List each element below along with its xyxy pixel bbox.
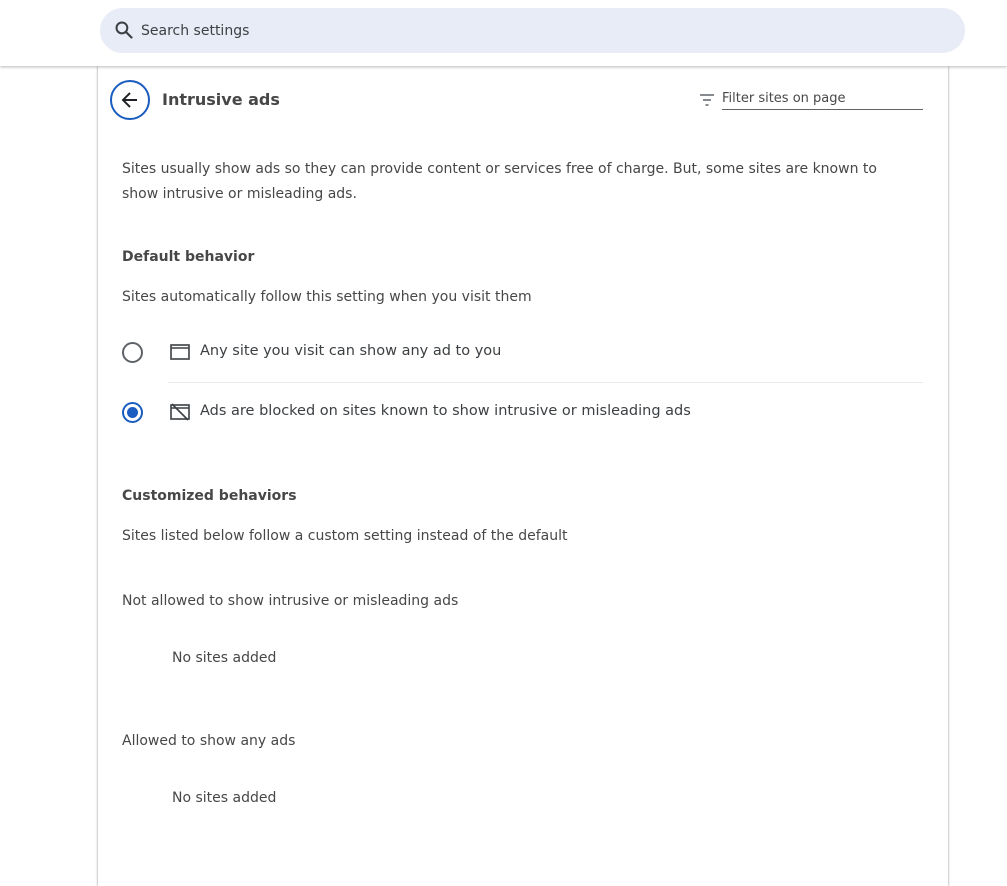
default-behavior-heading: Default behavior — [122, 249, 255, 265]
settings-card: Intrusive ads Sites usually show ads so … — [98, 66, 948, 886]
page-title: Intrusive ads — [162, 90, 280, 109]
option-block-intrusive-ads-label: Ads are blocked on sites known to show i… — [200, 403, 691, 419]
filter-sites[interactable] — [699, 88, 923, 112]
filter-icon — [700, 94, 714, 106]
back-button[interactable] — [110, 80, 150, 120]
not-allowed-list-label: Not allowed to show intrusive or mislead… — [122, 593, 459, 609]
customized-behaviors-subtitle: Sites listed below follow a custom setti… — [122, 528, 568, 544]
not-allowed-empty-message: No sites added — [172, 650, 277, 666]
default-behavior-subtitle: Sites automatically follow this setting … — [122, 289, 532, 305]
option-block-intrusive-ads[interactable]: Ads are blocked on sites known to show i… — [122, 393, 922, 433]
option-allow-all-ads[interactable]: Any site you visit can show any ad to yo… — [122, 333, 922, 373]
search-icon — [115, 21, 133, 39]
filter-sites-input[interactable] — [722, 88, 923, 110]
option-allow-all-ads-label: Any site you visit can show any ad to yo… — [200, 343, 502, 359]
radio-block-intrusive-ads[interactable] — [122, 402, 143, 423]
allowed-list-label: Allowed to show any ads — [122, 733, 296, 749]
page-description: Sites usually show ads so they can provi… — [122, 161, 877, 202]
search-bar[interactable] — [100, 8, 965, 53]
arrow-back-icon — [121, 92, 137, 108]
top-toolbar — [0, 0, 1007, 66]
ad-blocked-icon — [170, 403, 190, 421]
ad-window-icon — [170, 344, 190, 360]
radio-allow-all-ads[interactable] — [122, 342, 143, 363]
divider — [168, 382, 923, 383]
allowed-empty-message: No sites added — [172, 790, 277, 806]
customized-behaviors-heading: Customized behaviors — [122, 488, 297, 504]
search-input[interactable] — [141, 8, 941, 53]
